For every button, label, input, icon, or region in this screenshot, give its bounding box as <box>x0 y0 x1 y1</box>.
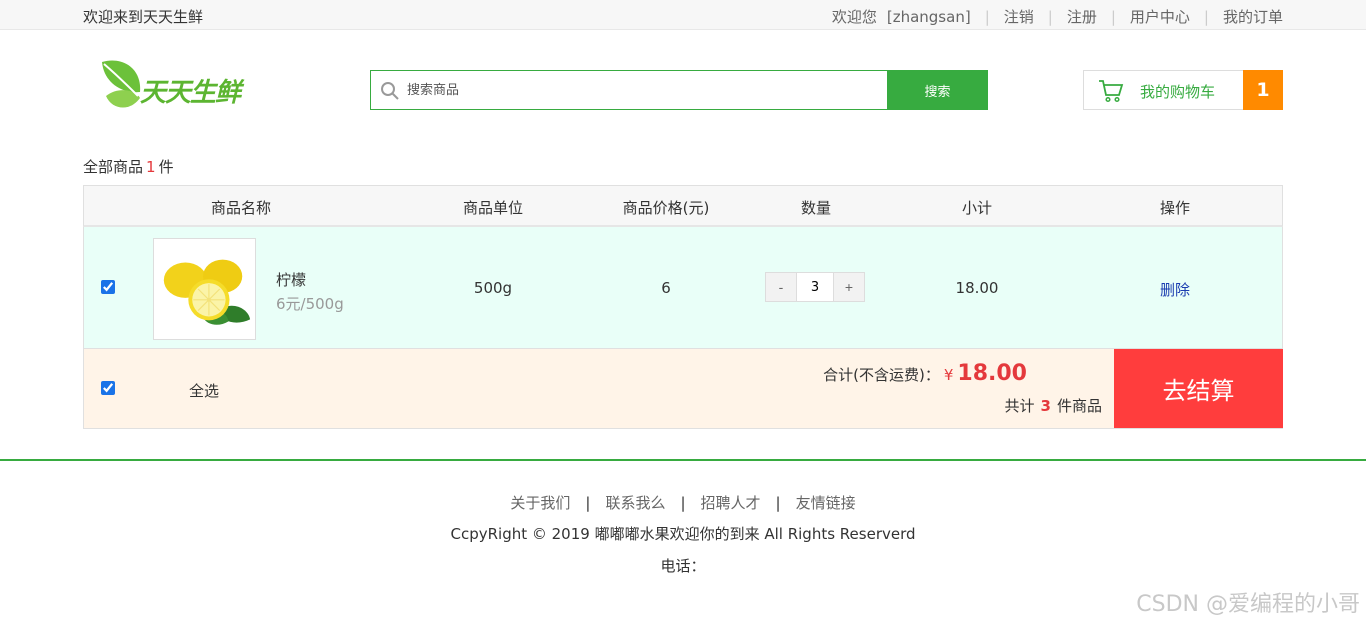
select-all-checkbox[interactable] <box>101 381 115 395</box>
footer-links: 关于我们 | 联系我么 | 招聘人才 | 友情链接 <box>0 492 1366 513</box>
search-box <box>370 70 888 110</box>
count-value: 3 <box>1040 397 1051 415</box>
summary-count: 1 <box>146 158 156 176</box>
quantity-decrease-button[interactable]: - <box>766 273 796 301</box>
cart-label: 我的购物车 <box>1140 83 1216 101</box>
separator: | <box>775 494 781 512</box>
product-subtotal: 18.00 <box>955 279 999 297</box>
footer-link-about[interactable]: 关于我们 <box>510 494 570 512</box>
separator: | <box>984 7 990 26</box>
watermark-text: CSDN @爱编程的小哥 <box>1136 592 1360 617</box>
my-orders-link[interactable]: 我的订单 <box>1223 6 1283 27</box>
cart-count-badge: 1 <box>1243 70 1283 110</box>
phone-text: 电话： <box>660 557 706 575</box>
summary-suffix: 件 <box>158 158 174 176</box>
header-price: 商品价格(元) <box>622 199 710 217</box>
copyright-text: CcpyRight © 2019 嘟嘟嘟水果欢迎你的到来 All Rights … <box>450 525 916 543</box>
top-bar: 欢迎来到天天生鲜 欢迎您 [zhangsan] | 注销 | 注册 | 用户中心… <box>0 0 1366 30</box>
search-icon <box>381 82 399 100</box>
summary-prefix: 全部商品 <box>83 158 144 176</box>
separator: | <box>680 494 686 512</box>
footer-link-contact[interactable]: 联系我么 <box>605 494 665 512</box>
delete-link[interactable]: 删除 <box>1160 279 1190 300</box>
welcome-text: 欢迎来到天天生鲜 <box>83 8 204 26</box>
lemon-image[interactable] <box>153 238 256 340</box>
header-action: 操作 <box>1159 199 1191 217</box>
product-unit: 500g <box>473 279 513 297</box>
header-unit: 商品单位 <box>462 199 524 217</box>
total-label: 合计(不含运费)： <box>823 366 940 384</box>
header-subtotal: 小计 <box>961 199 993 217</box>
separator: | <box>1047 7 1053 26</box>
quantity-stepper: - + <box>765 272 865 302</box>
separator: | <box>585 494 591 512</box>
user-center-link[interactable]: 用户中心 <box>1130 6 1190 27</box>
checkout-bar: 全选 合计(不含运费)： ¥18.00 共计 3 件商品 去结算 <box>83 349 1283 429</box>
total-count: 共计 3 件商品 <box>1005 395 1102 416</box>
cart-icon <box>1099 80 1124 103</box>
quantity-input[interactable] <box>796 273 834 301</box>
search-bar: 搜索 <box>370 70 988 110</box>
table-row: 柠檬 6元/500g 500g 6 - + 18.00 删除 <box>83 227 1283 349</box>
select-all-label: 全选 <box>189 382 220 400</box>
count-suffix: 件商品 <box>1056 397 1102 415</box>
footer-divider <box>0 459 1366 461</box>
register-link[interactable]: 注册 <box>1067 6 1097 27</box>
footer-link-friends[interactable]: 友情链接 <box>796 494 856 512</box>
header-product-name: 商品名称 <box>210 199 272 217</box>
currency-symbol: ¥ <box>943 366 954 384</box>
greeting-text: 欢迎您 <box>831 8 877 26</box>
product-price: 6 <box>661 279 671 297</box>
cart-table-header: 商品名称 商品单位 商品价格(元) 数量 小计 操作 <box>83 185 1283 227</box>
product-name[interactable]: 柠檬 <box>276 269 306 290</box>
top-links: 欢迎您 [zhangsan] | 注销 | 注册 | 用户中心 | 我的订单 <box>832 6 1283 27</box>
item-checkbox[interactable] <box>101 280 115 294</box>
total-amount: 合计(不含运费)： ¥18.00 <box>823 361 1027 386</box>
footer-link-jobs[interactable]: 招聘人才 <box>701 494 761 512</box>
count-prefix: 共计 <box>1004 397 1035 415</box>
search-input[interactable] <box>407 79 877 101</box>
separator: | <box>1110 7 1116 26</box>
logout-link[interactable]: 注销 <box>1004 6 1034 27</box>
search-button[interactable]: 搜索 <box>887 70 988 110</box>
all-products-summary: 全部商品 1 件 <box>83 156 174 177</box>
checkout-button[interactable]: 去结算 <box>1114 349 1283 428</box>
logo-text: 天天生鲜 <box>140 78 241 108</box>
separator: | <box>1203 7 1209 26</box>
quantity-increase-button[interactable]: + <box>834 273 864 301</box>
product-unit-price: 6元/500g <box>276 295 344 313</box>
total-value: 18.00 <box>957 361 1027 386</box>
header-quantity: 数量 <box>800 199 832 217</box>
cart-button[interactable]: 我的购物车 1 <box>1083 70 1283 110</box>
username: [zhangsan] <box>886 7 971 26</box>
